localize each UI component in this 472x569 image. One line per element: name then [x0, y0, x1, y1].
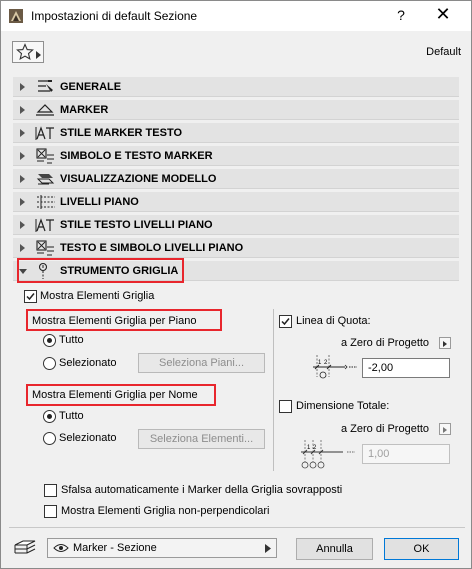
overall-dimension-value-field[interactable]: 1,00: [362, 444, 450, 464]
text-style-icon: [35, 216, 57, 234]
dimension-line-ref-menu[interactable]: [439, 337, 451, 349]
close-button[interactable]: ✕: [433, 4, 453, 25]
symbol-text-icon: [35, 239, 57, 257]
dimension-line-diagram-icon: 12: [309, 353, 361, 384]
show-grid-checkbox[interactable]: [24, 290, 37, 303]
section-label: STILE MARKER TESTO: [60, 127, 183, 139]
section-label: LIVELLI PIANO: [60, 196, 139, 208]
by-story-selected-label: Selezionato: [59, 357, 117, 369]
dimension-line-label: Linea di Quota:: [296, 315, 371, 327]
chevron-right-icon: [36, 48, 41, 62]
title-bar: Impostazioni di default Sezione ? ✕: [1, 1, 471, 31]
stagger-markers-checkbox[interactable]: [44, 484, 57, 497]
favorites-button[interactable]: [12, 41, 44, 63]
non-perpendicular-checkbox[interactable]: [44, 505, 57, 518]
by-name-all-label: Tutto: [59, 410, 84, 422]
chevron-right-icon: [19, 81, 27, 93]
archicad-app-icon: [9, 9, 23, 23]
by-story-selected-radio[interactable]: [43, 357, 56, 370]
window-title: Impostazioni di default Sezione: [31, 9, 198, 23]
by-name-selected-label: Selezionato: [59, 432, 117, 444]
help-button[interactable]: ?: [393, 7, 409, 23]
model-display-icon: [35, 170, 57, 188]
chevron-right-icon: [19, 127, 27, 139]
chevron-right-icon: [19, 219, 27, 231]
highlight-frame: [26, 309, 222, 331]
ok-button[interactable]: OK: [384, 538, 459, 560]
by-name-all-radio[interactable]: [43, 410, 56, 423]
section-label: MARKER: [60, 104, 109, 116]
section-stile-testo-livelli-piano[interactable]: STILE TESTO LIVELLI PIANO: [13, 215, 459, 235]
section-stile-marker-testo[interactable]: STILE MARKER TESTO: [13, 123, 459, 143]
svg-text:2: 2: [313, 445, 317, 451]
section-testo-simbolo-livelli-piano[interactable]: TESTO E SIMBOLO LIVELLI PIANO: [13, 238, 459, 258]
non-perpendicular-label: Mostra Elementi Griglia non-perpendicola…: [61, 505, 270, 517]
marker-icon: [35, 101, 57, 119]
by-story-all-label: Tutto: [59, 334, 84, 346]
symbol-text-icon: [35, 147, 57, 165]
overall-dimension-label: Dimensione Totale:: [296, 400, 390, 412]
select-stories-button[interactable]: Seleziona Piani...: [138, 353, 265, 373]
dimension-line-ref-label: a Zero di Progetto: [341, 337, 430, 349]
layer-popup-label: Marker - Sezione: [73, 542, 157, 554]
section-label: GENERALE: [60, 81, 122, 93]
svg-text:1: 1: [307, 445, 311, 451]
overall-dimension-checkbox[interactable]: [279, 400, 292, 413]
chevron-right-icon: [19, 196, 27, 208]
svg-text:1: 1: [318, 360, 322, 366]
column-divider: [273, 309, 274, 471]
section-label: STILE TESTO LIVELLI PIANO: [60, 219, 213, 231]
section-label: VISUALIZZAZIONE MODELLO: [60, 173, 217, 185]
svg-text:2: 2: [324, 360, 328, 366]
show-grid-label: Mostra Elementi Griglia: [40, 290, 155, 302]
footer-divider: [9, 527, 465, 528]
section-simbolo-testo-marker[interactable]: SIMBOLO E TESTO MARKER: [13, 146, 459, 166]
section-marker[interactable]: MARKER: [13, 100, 459, 120]
overall-dimension-ref-label: a Zero di Progetto: [341, 423, 430, 435]
section-label: TESTO E SIMBOLO LIVELLI PIANO: [60, 242, 244, 254]
settings-dialog: Impostazioni di default Sezione ? ✕ Defa…: [0, 0, 472, 569]
general-settings-icon: [35, 78, 57, 96]
dimension-line-value-field[interactable]: -2,00: [362, 358, 450, 378]
chevron-right-icon: [265, 544, 271, 556]
text-style-icon: [35, 124, 57, 142]
overall-dimension-ref-menu[interactable]: [439, 423, 451, 435]
dimension-line-checkbox[interactable]: [279, 315, 292, 328]
section-livelli-piano[interactable]: LIVELLI PIANO: [13, 192, 459, 212]
chevron-right-icon: [19, 104, 27, 116]
eye-icon: [53, 543, 69, 556]
highlight-frame: [26, 384, 216, 406]
section-label: SIMBOLO E TESTO MARKER: [60, 150, 213, 162]
chevron-right-icon: [19, 173, 27, 185]
stagger-markers-label: Sfalsa automaticamente i Marker della Gr…: [61, 484, 343, 496]
star-icon: [16, 43, 34, 64]
highlight-frame: [17, 258, 184, 283]
cancel-button[interactable]: Annulla: [296, 538, 373, 560]
chevron-right-icon: [443, 341, 447, 347]
by-story-all-radio[interactable]: [43, 334, 56, 347]
layers-icon: [13, 539, 37, 560]
chevron-right-icon: [19, 242, 27, 254]
section-visualizzazione-modello[interactable]: VISUALIZZAZIONE MODELLO: [13, 169, 459, 189]
by-name-selected-radio[interactable]: [43, 432, 56, 445]
default-label: Default: [426, 46, 461, 58]
overall-dimension-diagram-icon: 12: [299, 438, 359, 473]
story-levels-icon: [35, 193, 57, 211]
layer-popup[interactable]: Marker - Sezione: [47, 538, 277, 558]
chevron-right-icon: [19, 150, 27, 162]
select-elements-button[interactable]: Seleziona Elementi...: [138, 429, 265, 449]
chevron-right-icon: [443, 427, 447, 433]
section-generale[interactable]: GENERALE: [13, 77, 459, 97]
